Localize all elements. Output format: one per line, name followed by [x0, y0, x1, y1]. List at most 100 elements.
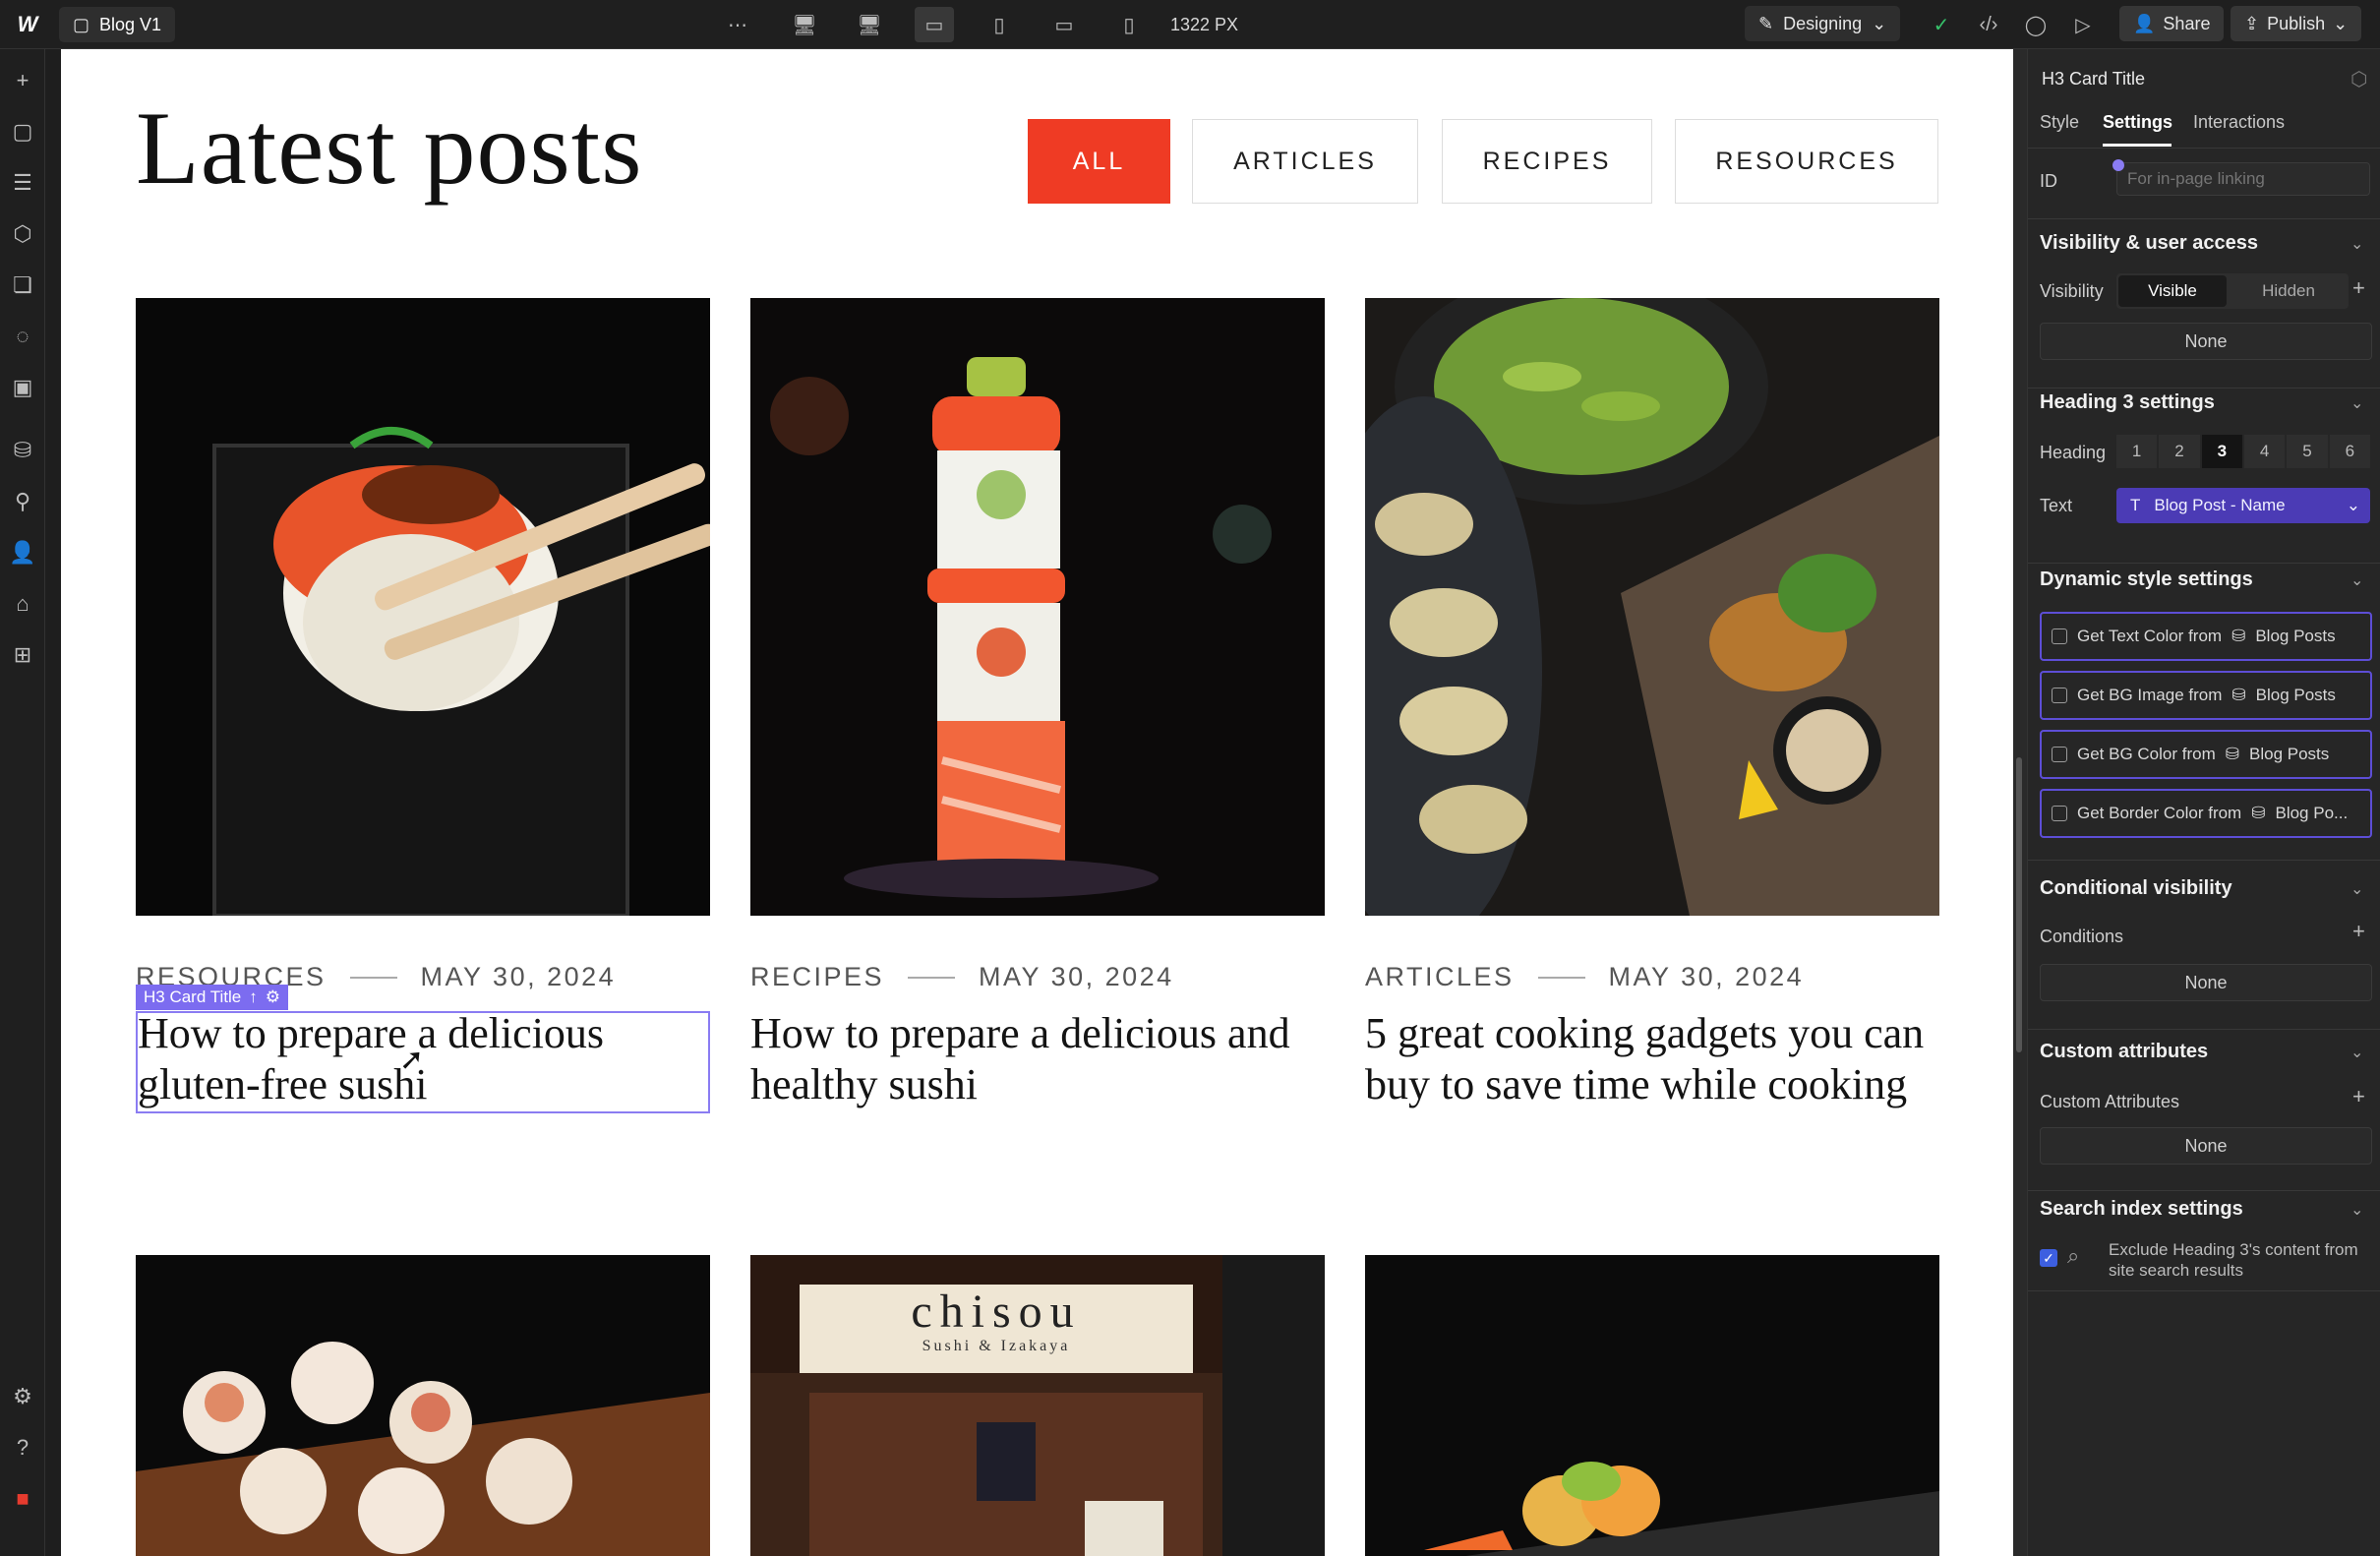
divider: [2028, 563, 2380, 564]
dynamic-bg-color[interactable]: Get BG Color from ⛁ Blog Posts: [2040, 730, 2372, 779]
chevron-down-icon[interactable]: ⌄: [2350, 1043, 2363, 1062]
checkbox[interactable]: [2052, 806, 2067, 821]
heading-label: Heading: [2040, 443, 2107, 462]
record-icon[interactable]: ■: [0, 1479, 45, 1519]
heading-level-picker: 1 2 3 4 5 6: [2116, 435, 2370, 468]
filter-recipes[interactable]: RECIPES: [1442, 119, 1652, 204]
settings-icon[interactable]: ⚙: [0, 1377, 45, 1416]
add-icon[interactable]: +: [2352, 919, 2365, 944]
card-image[interactable]: [1365, 1255, 1939, 1556]
navigator-icon[interactable]: ☰: [0, 163, 45, 203]
heading-section-title[interactable]: Heading 3 settings: [2040, 391, 2215, 414]
users-icon[interactable]: 👤: [0, 533, 45, 572]
chevron-down-icon[interactable]: ⌄: [2350, 234, 2363, 254]
card-image[interactable]: [750, 298, 1325, 916]
custom-attributes-none[interactable]: None: [2040, 1127, 2372, 1165]
chevron-down-icon[interactable]: ⌄: [2350, 879, 2363, 899]
add-icon[interactable]: +: [2352, 1084, 2365, 1109]
card-image[interactable]: [136, 298, 710, 916]
filter-resources[interactable]: RESOURCES: [1675, 119, 1938, 204]
dynamic-border-color[interactable]: Get Border Color from ⛁ Blog Po...: [2040, 789, 2372, 838]
styles-icon[interactable]: ◌: [0, 317, 45, 356]
dynamic-text-color[interactable]: Get Text Color from ⛁ Blog Posts: [2040, 612, 2372, 661]
mobile-portrait-icon[interactable]: ▯: [1109, 0, 1149, 49]
chevron-down-icon[interactable]: ⌄: [2350, 1200, 2363, 1220]
dot-icon: [2112, 159, 2124, 171]
dynamic-label: Get Border Color from: [2077, 804, 2242, 822]
heading-level-5[interactable]: 5: [2287, 435, 2328, 468]
mouse-cursor-icon: ➚: [399, 1044, 425, 1076]
checkbox[interactable]: [2052, 688, 2067, 703]
dynamic-section-title[interactable]: Dynamic style settings: [2040, 569, 2253, 591]
card-title[interactable]: 5 great cooking gadgets you can buy to s…: [1365, 1008, 1926, 1110]
add-icon[interactable]: +: [2352, 275, 2365, 301]
heading-level-1[interactable]: 1: [2116, 435, 2158, 468]
card-image[interactable]: chisou Sushi & Izakaya: [750, 1255, 1325, 1556]
search-index-section-title[interactable]: Search index settings: [2040, 1198, 2243, 1221]
card-image[interactable]: [1365, 298, 1939, 916]
selected-element-name: H3 Card Title: [2042, 69, 2146, 89]
tab-style[interactable]: Style: [2040, 112, 2079, 133]
apps-icon[interactable]: ⊞: [0, 635, 45, 675]
checkbox[interactable]: [2052, 747, 2067, 762]
design-canvas[interactable]: Latest posts ALL ARTICLES RECIPES RESOUR…: [61, 49, 2013, 1556]
code-icon[interactable]: ‹/›: [1969, 0, 2008, 49]
filter-articles[interactable]: ARTICLES: [1192, 119, 1418, 204]
card-image[interactable]: [136, 1255, 710, 1556]
canvas-scroll-thumb[interactable]: [2016, 757, 2022, 1052]
desktop-medium-icon[interactable]: 🖥: [850, 0, 889, 49]
chevron-down-icon[interactable]: ⌄: [2350, 393, 2363, 413]
logic-icon[interactable]: ⚲: [0, 482, 45, 521]
page-name: Blog V1: [99, 14, 162, 34]
page-title[interactable]: Latest posts: [136, 89, 642, 209]
card-title[interactable]: How to prepare a delicious and healthy s…: [750, 1008, 1311, 1110]
preview-icon[interactable]: ▷: [2063, 0, 2103, 49]
heading-level-2[interactable]: 2: [2159, 435, 2200, 468]
heading-level-4[interactable]: 4: [2243, 435, 2286, 468]
selection-tag[interactable]: H3 Card Title ↑ ⚙: [136, 985, 288, 1010]
conditions-none[interactable]: None: [2040, 964, 2372, 1001]
checkbox[interactable]: [2052, 628, 2067, 644]
help-icon[interactable]: ?: [0, 1428, 45, 1467]
visibility-none[interactable]: None: [2040, 323, 2372, 360]
mode-dropdown[interactable]: ✎ Designing ⌄: [1745, 6, 1901, 41]
cms-icon[interactable]: ⛁: [0, 431, 45, 470]
check-icon[interactable]: ✓: [1922, 0, 1961, 49]
custom-attributes-section-title[interactable]: Custom attributes: [2040, 1041, 2208, 1063]
components-icon[interactable]: ⬡: [0, 214, 45, 254]
assets-icon[interactable]: ▣: [0, 368, 45, 407]
more-icon[interactable]: ⋯: [718, 0, 757, 49]
visibility-section-title[interactable]: Visibility & user access: [2040, 232, 2258, 255]
add-icon[interactable]: +: [0, 61, 45, 100]
text-binding[interactable]: T Blog Post - Name ⌄: [2116, 488, 2370, 523]
component-icon[interactable]: ⬡: [2350, 67, 2367, 91]
heading-level-6[interactable]: 6: [2329, 435, 2370, 468]
tab-settings[interactable]: Settings: [2103, 112, 2172, 133]
page-icon: ▢: [73, 14, 90, 34]
heading-level-3[interactable]: 3: [2201, 435, 2242, 468]
dynamic-label: Get BG Image from: [2077, 686, 2223, 704]
mobile-landscape-icon[interactable]: ▭: [1044, 0, 1084, 49]
exclude-search-checkbox[interactable]: ✓: [2040, 1249, 2057, 1267]
share-button[interactable]: 👤 Share: [2119, 6, 2225, 41]
filter-all[interactable]: ALL: [1028, 119, 1170, 204]
desktop-large-icon[interactable]: 🖥: [785, 0, 824, 49]
desktop-base-icon[interactable]: ▭: [915, 7, 954, 42]
page-selector[interactable]: ▢ Blog V1: [59, 7, 176, 42]
tablet-icon[interactable]: ▯: [980, 0, 1019, 49]
chevron-down-icon[interactable]: ⌄: [2350, 570, 2363, 590]
id-input[interactable]: [2116, 162, 2370, 196]
search-off-icon: ⌕: [2067, 1243, 2080, 1268]
webflow-logo[interactable]: W: [8, 0, 47, 49]
tab-interactions[interactable]: Interactions: [2193, 112, 2285, 133]
publish-button[interactable]: ⇪ Publish ⌄: [2231, 6, 2362, 41]
conditional-section-title[interactable]: Conditional visibility: [2040, 877, 2232, 900]
visible-option[interactable]: Visible: [2118, 275, 2227, 307]
comment-icon[interactable]: ◯: [2016, 0, 2055, 49]
variables-icon[interactable]: ❏: [0, 266, 45, 305]
dynamic-bg-image[interactable]: Get BG Image from ⛁ Blog Posts: [2040, 671, 2372, 720]
hidden-option[interactable]: Hidden: [2232, 275, 2345, 307]
pages-icon[interactable]: ▢: [0, 112, 45, 151]
ecommerce-icon[interactable]: ⌂: [0, 584, 45, 624]
text-binding-label: Blog Post - Name: [2154, 496, 2286, 514]
